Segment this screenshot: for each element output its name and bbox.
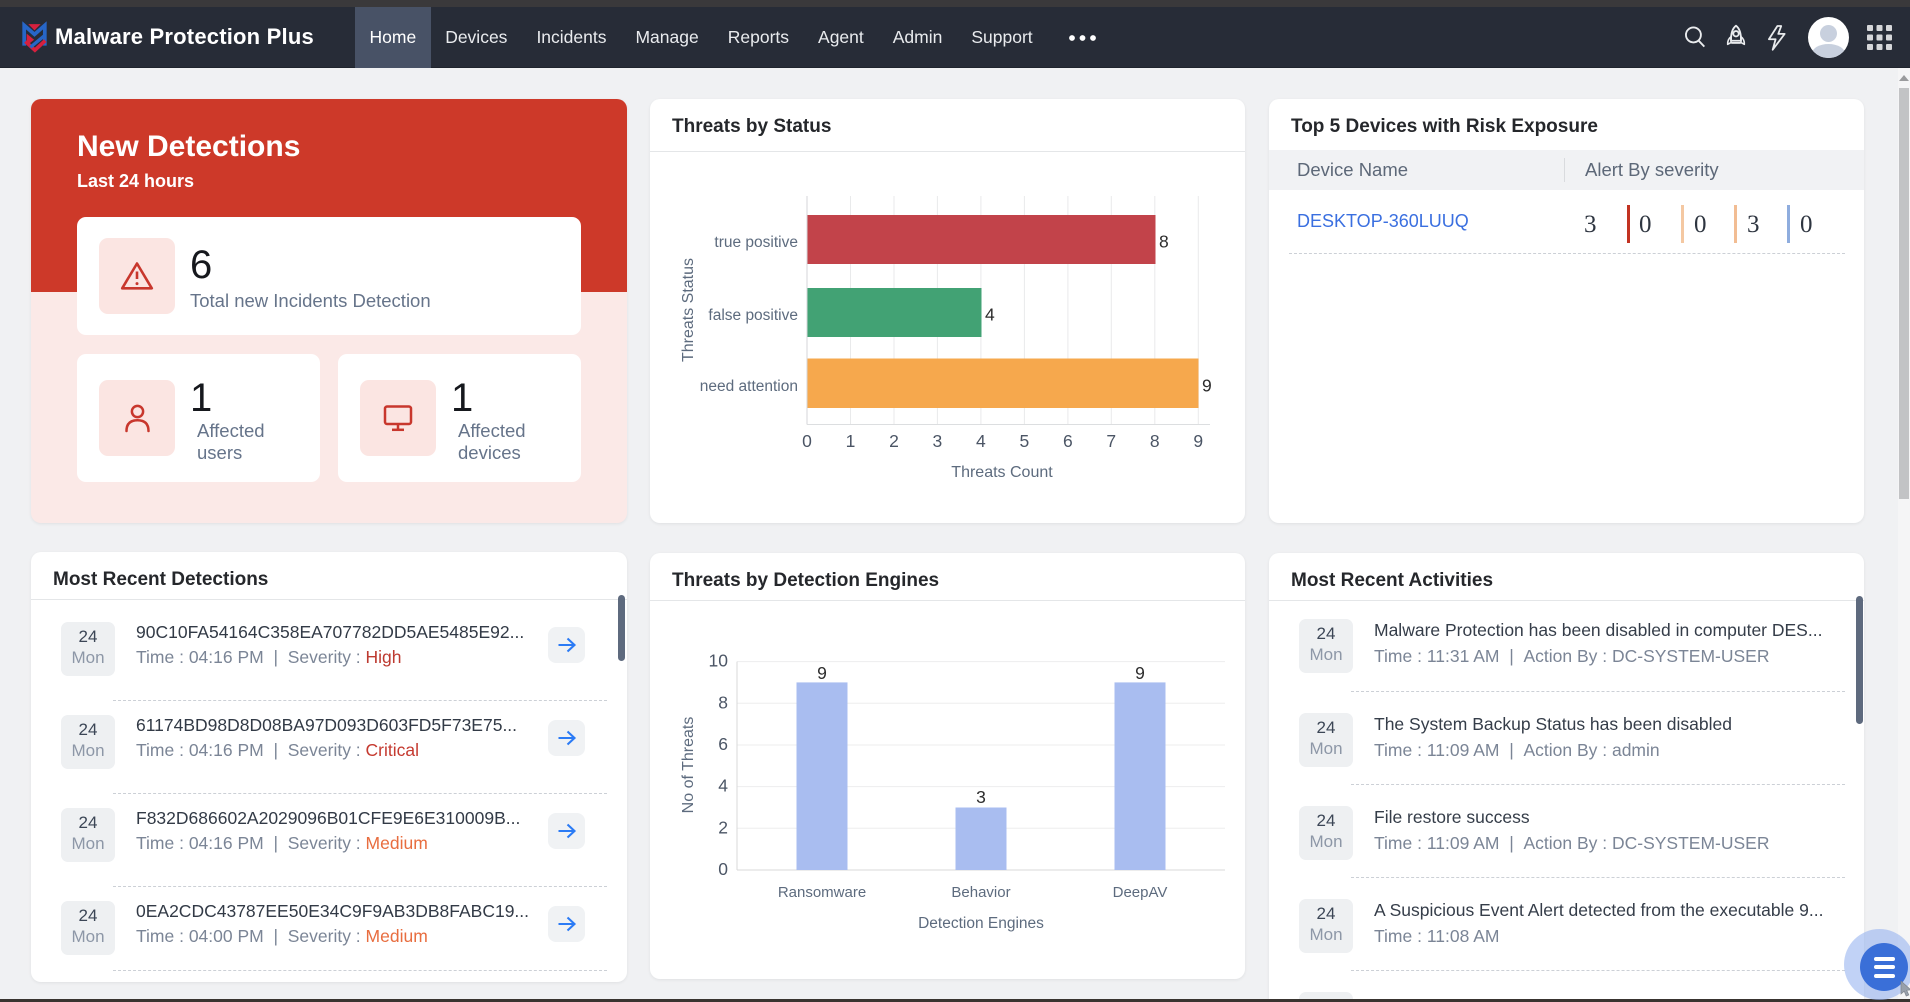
svg-text:8: 8: [718, 692, 728, 712]
svg-text:9: 9: [817, 663, 827, 683]
svg-text:9: 9: [1193, 431, 1203, 451]
svg-text:need attention: need attention: [700, 378, 798, 395]
svg-text:DeepAV: DeepAV: [1113, 884, 1168, 901]
svg-text:2: 2: [889, 431, 899, 451]
svg-text:5: 5: [1020, 431, 1030, 451]
svg-text:9: 9: [1202, 376, 1212, 396]
svg-text:4: 4: [718, 776, 728, 796]
svg-text:8: 8: [1159, 232, 1169, 252]
svg-text:4: 4: [976, 431, 986, 451]
svg-text:Threats Count: Threats Count: [951, 464, 1053, 481]
svg-text:3: 3: [933, 431, 943, 451]
svg-text:6: 6: [718, 734, 728, 754]
svg-text:Ransomware: Ransomware: [778, 884, 866, 901]
svg-text:1: 1: [846, 431, 856, 451]
svg-text:7: 7: [1106, 431, 1116, 451]
svg-text:Detection Engines: Detection Engines: [918, 915, 1044, 932]
svg-text:0: 0: [802, 431, 812, 451]
svg-text:10: 10: [709, 651, 729, 671]
svg-text:6: 6: [1063, 431, 1073, 451]
svg-text:9: 9: [1135, 663, 1145, 683]
svg-text:3: 3: [976, 787, 986, 807]
svg-text:Behavior: Behavior: [951, 884, 1010, 901]
svg-text:2: 2: [718, 817, 728, 837]
svg-text:8: 8: [1150, 431, 1160, 451]
svg-text:4: 4: [985, 305, 995, 325]
svg-text:Threats Status: Threats Status: [680, 258, 697, 362]
svg-text:No of Threats: No of Threats: [680, 717, 697, 814]
svg-text:0: 0: [718, 859, 728, 879]
svg-text:false positive: false positive: [708, 307, 798, 324]
svg-text:true positive: true positive: [714, 234, 798, 251]
